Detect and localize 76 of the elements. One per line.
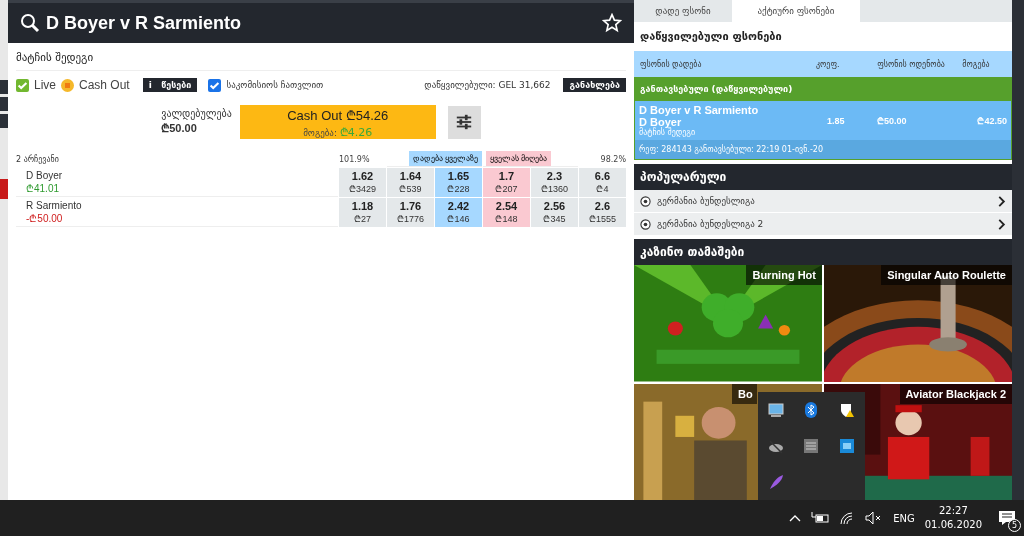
bet-selection: D Boyer [639,116,682,128]
runner-name: D Boyer [26,169,64,181]
section-title: პოპულარული [634,164,1012,190]
price-cell[interactable]: 1.64 ₾539 [387,168,434,197]
price-cell[interactable]: 2.6 ₾1555 [579,198,626,227]
market-title: მატჩის შედეგი [16,43,626,71]
notification-icon[interactable] [998,510,1016,526]
checkbox[interactable] [208,78,222,92]
lay-percent: 98.2% [599,154,626,164]
notification-count: 5 [1008,519,1021,532]
clock-time[interactable]: 22:27 [938,504,968,518]
ball-icon [640,218,651,230]
price-cell[interactable]: 2.42 ₾146 [435,198,482,227]
price-cell[interactable]: 6.6 ₾4 [579,168,626,197]
match-title: D Boyer v R Sarmiento [46,12,243,34]
star-icon[interactable] [602,13,622,33]
price-cell[interactable]: 2.56 ₾345 [531,198,578,227]
section-title: კაზინო თამაშები [634,239,1012,265]
column-header: კოეფ. [816,59,841,69]
bluetooth-icon[interactable] [803,402,820,418]
price-cell[interactable]: 1.76 ₾1776 [387,198,434,227]
bet-odds: 1.85 [827,115,846,126]
runner-name: R Sarmiento [26,199,83,211]
selections-count: 2 არჩევანი [16,154,60,164]
column-header: ფსონის ოდენობა [876,59,946,69]
game-title: Aviator Blackjack 2 [899,383,1012,404]
chevron-icon [998,218,1006,230]
back-all-label: დადება ყველაზე [408,151,482,166]
league-item[interactable]: გერმანია ბუნდესლიგა 2 [634,213,1012,236]
price-cell[interactable]: 1.18 ₾27 [339,198,386,227]
matched-amount: დაწყვილებული: GEL 31,662 [424,80,551,90]
price-cell[interactable]: 1.62 ₾3429 [339,168,386,197]
bet-profit: ₾42.50 [976,115,1007,127]
chevron-up-icon[interactable] [789,514,802,522]
group-header: განთავსებული (დაწყვილებული) [634,77,1012,101]
device-icon[interactable] [803,438,820,454]
league-item[interactable]: გერმანია ბუნდესლიგა [634,190,1012,213]
feather-icon[interactable] [767,474,784,490]
settings-button[interactable] [447,105,481,139]
bet-event: D Boyer v R Sarmiento [639,104,760,116]
rules-button[interactable]: i წესები [142,78,198,92]
runner-position: ₾41.01 [26,181,61,195]
clock-date[interactable]: 01.06.2020 [924,518,982,532]
price-cell[interactable]: 1.65 ₾228 [435,168,482,197]
refresh-button[interactable]: განახლება [563,78,626,92]
chevron-icon [998,195,1006,207]
battery-icon[interactable] [811,511,830,525]
shield-warning-icon[interactable] [839,402,856,418]
cashout-button[interactable]: Cash Out ₾54.26 მოგება: ₾4.26 [239,105,436,139]
language-indicator[interactable]: ENG [893,512,915,524]
monitor-icon[interactable] [767,402,784,418]
game-title: Burning Hot [746,265,822,285]
price-cell[interactable]: 1.7 ₾207 [483,168,530,197]
cloud-off-icon[interactable] [767,438,784,454]
section-title: დაწყვილებული ფსონები [639,29,783,45]
column-header: ფსონის დადება [640,59,703,69]
live-label: Live [34,78,56,92]
ball-icon [640,195,651,207]
liability-amount: ₾50.00 [161,121,198,137]
liability-label: ვალდებულება [161,107,232,122]
cashout-label: Cash Out [79,78,130,92]
tab[interactable]: აქტიური ფსონები [732,0,860,22]
price-cell[interactable]: 2.54 ₾148 [483,198,530,227]
game-title: Singular Auto Roulette [881,265,1012,285]
back-percent: 101.9% [339,154,371,164]
bet-market: მატჩის შედეგი [639,128,697,137]
commission-label: საკომისიოს ჩათვლით [226,80,324,90]
sliders-icon [455,113,474,131]
column-header: მოგება [961,59,991,69]
lay-all-label: ყველას მიღება [486,151,552,166]
price-cell[interactable]: 2.3 ₾1360 [531,168,578,197]
bet-stake: ₾50.00 [877,115,908,127]
checkbox[interactable] [16,78,29,92]
game-title: Bo [732,383,757,404]
bet-reference: რეფ: 284143 განთავსებული: 22:19 01-ივნ.-20 [635,140,1011,159]
runner-position: -₾50.00 [26,211,64,225]
